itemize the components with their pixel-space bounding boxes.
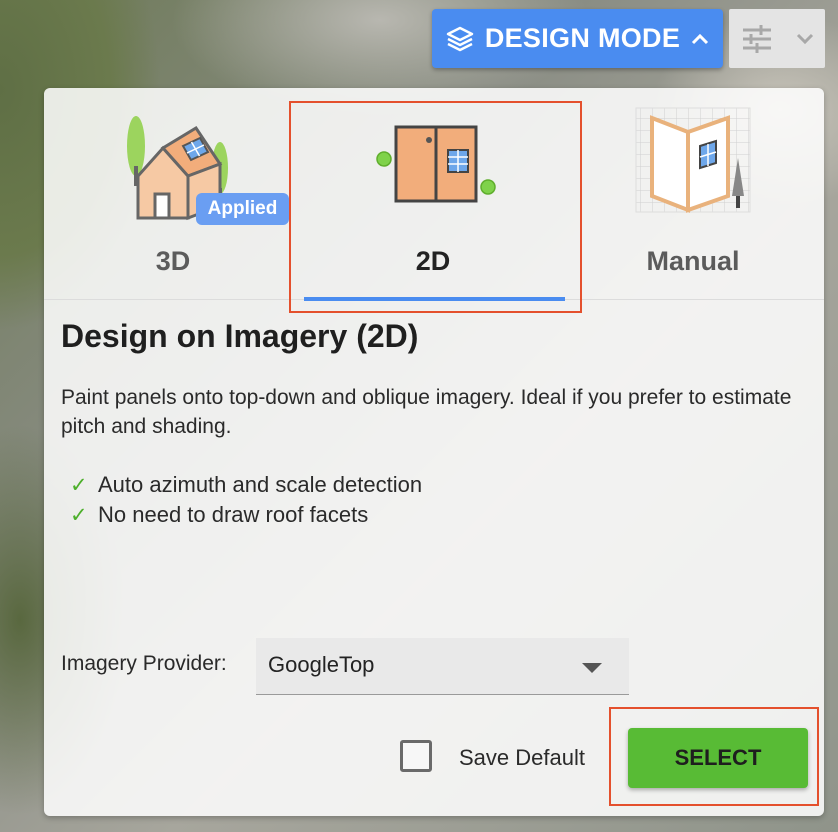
- highlight-2d-tab: [289, 101, 582, 313]
- list-item: ✓ No need to draw roof facets: [70, 500, 422, 530]
- feature-text: No need to draw roof facets: [98, 502, 369, 527]
- design-mode-label: DESIGN MODE: [484, 23, 681, 53]
- applied-badge: Applied: [196, 193, 289, 225]
- design-mode-button[interactable]: DESIGN MODE: [432, 9, 723, 68]
- imagery-provider-select[interactable]: GoogleTop: [256, 638, 629, 695]
- tab-manual[interactable]: Manual: [568, 96, 818, 296]
- list-item: ✓ Auto azimuth and scale detection: [70, 470, 422, 500]
- feature-text: Auto azimuth and scale detection: [98, 472, 423, 497]
- tab-manual-label: Manual: [646, 246, 740, 276]
- page-title: Design on Imagery (2D): [61, 318, 419, 354]
- chevron-up-icon: [692, 33, 709, 44]
- manual-grid-icon: [635, 107, 751, 213]
- feature-list: ✓ Auto azimuth and scale detection ✓ No …: [70, 470, 422, 530]
- filter-settings-button[interactable]: [729, 9, 825, 68]
- checkmark-icon: ✓: [70, 503, 88, 527]
- checkmark-icon: ✓: [70, 473, 88, 497]
- save-default-label: Save Default: [459, 745, 585, 770]
- highlight-select-button: [609, 707, 819, 806]
- imagery-provider-label: Imagery Provider:: [61, 652, 227, 675]
- imagery-provider-value: GoogleTop: [268, 652, 375, 677]
- tab-3d-label: 3D: [155, 246, 191, 276]
- sliders-icon: [742, 24, 771, 53]
- chevron-down-icon: [796, 33, 813, 44]
- dropdown-arrow-icon: [582, 663, 602, 673]
- save-default-checkbox[interactable]: [400, 740, 432, 772]
- mode-description: Paint panels onto top-down and oblique i…: [61, 386, 792, 438]
- layers-icon: [446, 26, 474, 51]
